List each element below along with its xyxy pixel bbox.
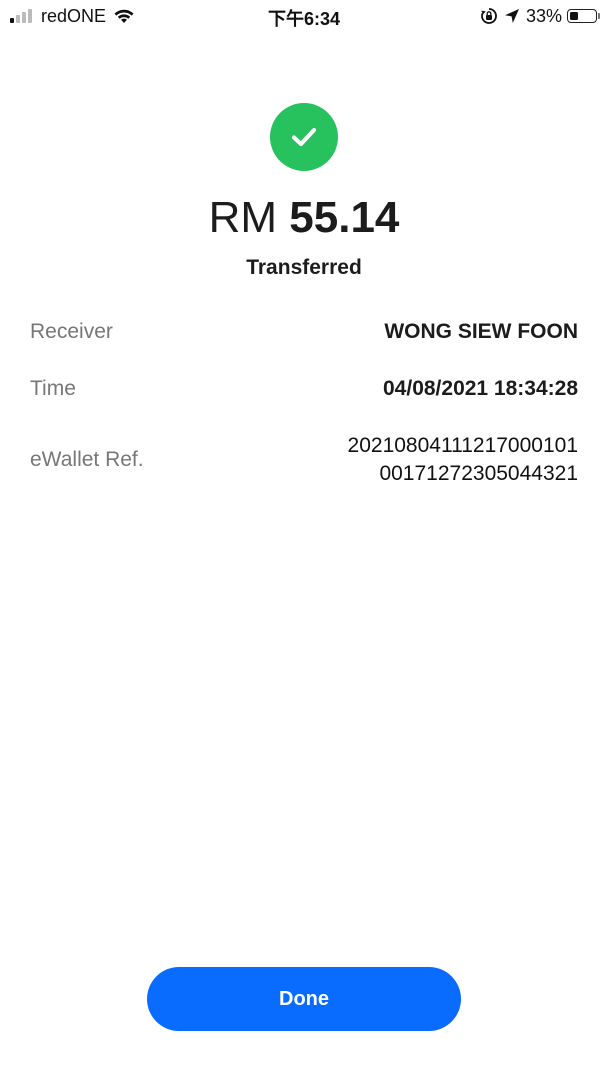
check-icon xyxy=(291,127,317,147)
ewallet-ref-line-2: 00171272305044321 xyxy=(379,462,578,485)
battery-icon xyxy=(567,9,597,23)
time-value: 04/08/2021 18:34:28 xyxy=(383,377,578,400)
transfer-amount: RM 55.14 xyxy=(0,190,608,246)
receiver-row: Receiver WONG SIEW FOON xyxy=(30,315,578,349)
transfer-success-screen: redONE 下午6:34 33% RM 55.14 Transferred R… xyxy=(0,0,608,1080)
transfer-status: Transferred xyxy=(246,256,362,279)
receiver-label: Receiver xyxy=(30,320,113,343)
ewallet-ref-value: 20210804111217000101 00171272305044321 xyxy=(348,432,578,488)
ewallet-ref-row: eWallet Ref. 20210804111217000101 001712… xyxy=(30,430,578,490)
receiver-value: WONG SIEW FOON xyxy=(384,320,578,343)
time-row: Time 04/08/2021 18:34:28 xyxy=(30,372,578,406)
time-label: Time xyxy=(30,377,76,400)
battery-level-fill xyxy=(570,12,578,20)
amount-currency: RM xyxy=(208,193,278,242)
status-bar: redONE 下午6:34 33% xyxy=(0,0,608,32)
location-arrow-icon xyxy=(504,8,520,24)
battery-cap xyxy=(598,13,600,19)
status-bar-right: 33% xyxy=(480,5,600,27)
ewallet-ref-line-1: 20210804111217000101 xyxy=(347,434,578,457)
success-check-circle xyxy=(270,103,338,171)
amount-value: 55.14 xyxy=(289,193,400,242)
done-button[interactable]: Done xyxy=(147,967,461,1031)
ewallet-ref-label: eWallet Ref. xyxy=(30,448,144,471)
battery-percent: 33% xyxy=(525,5,562,26)
orientation-lock-icon xyxy=(480,7,498,25)
